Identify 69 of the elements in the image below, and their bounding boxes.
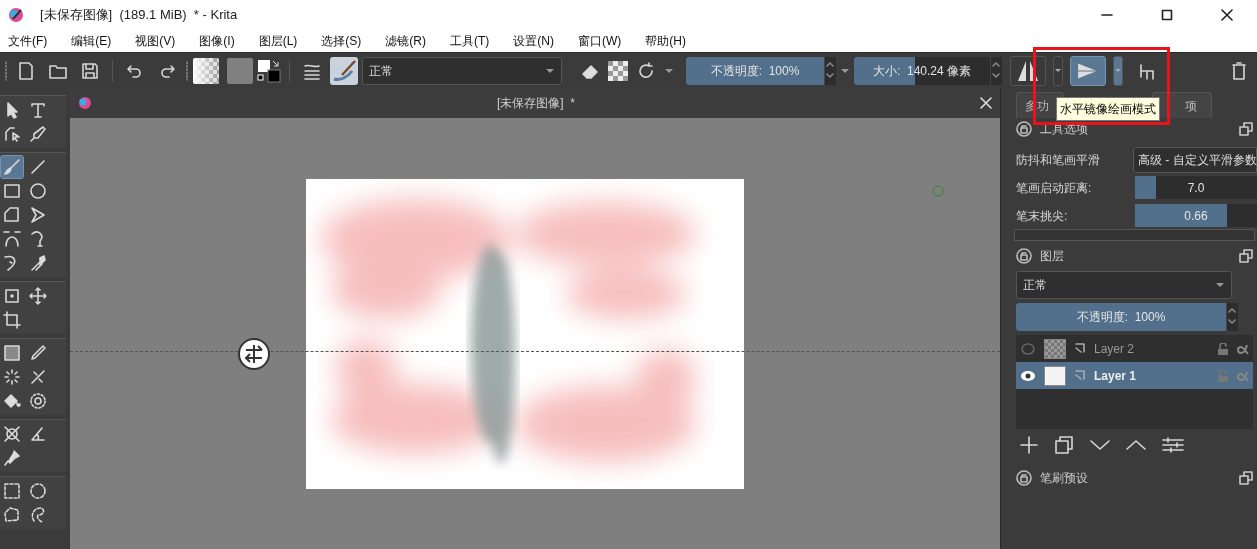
menu-item[interactable]: 帮助(H) <box>641 32 690 50</box>
menu-item[interactable]: 图像(I) <box>195 32 239 50</box>
menu-item[interactable]: 窗口(W) <box>574 32 626 50</box>
menu-item[interactable]: 滤镜(R) <box>381 32 430 50</box>
lock-icon[interactable] <box>1217 342 1229 355</box>
caret-icon[interactable] <box>840 67 850 74</box>
maximize-icon[interactable] <box>1161 9 1173 21</box>
opacity-slider[interactable]: 不透明度: 100% <box>686 56 824 85</box>
caret-icon <box>545 67 555 74</box>
tooltip: 水平镜像绘画模式 <box>1056 97 1160 121</box>
option-label: 笔画启动距离: <box>1016 179 1093 197</box>
add-layer-icon[interactable] <box>1020 436 1038 454</box>
brush-preset-icon[interactable] <box>330 56 358 85</box>
option-slider[interactable]: 0.66 <box>1135 204 1257 227</box>
layer-name: Layer 2 <box>1094 340 1136 358</box>
menu-item[interactable]: 设置(N) <box>509 32 558 50</box>
pattern-swatch[interactable] <box>227 57 253 84</box>
layer-thumbnail <box>1044 338 1066 359</box>
mirror-handle-icon[interactable] <box>237 337 271 371</box>
blend-mode-dropdown[interactable]: 正常 <box>362 56 562 85</box>
alpha-icon[interactable] <box>1237 342 1249 355</box>
document-title: [未保存图像] * <box>496 95 576 112</box>
layer-properties-icon[interactable] <box>1162 436 1184 454</box>
menu-item[interactable]: 工具(T) <box>446 32 494 50</box>
lock-icon[interactable] <box>1016 470 1032 486</box>
size-slider[interactable]: 大小: 140.24 像素 <box>854 56 990 85</box>
menu-item[interactable]: 视图(V) <box>131 32 180 50</box>
option-slider[interactable]: 7.0 <box>1135 176 1257 199</box>
toolbar-grip-icon[interactable] <box>185 59 189 82</box>
lock-icon[interactable] <box>1016 121 1032 137</box>
krita-logo-icon <box>8 7 24 23</box>
caret-icon <box>1215 282 1225 288</box>
float-docker-icon[interactable] <box>1239 122 1253 136</box>
float-docker-icon[interactable] <box>1239 249 1253 263</box>
horizontal-scrollbar[interactable] <box>1014 229 1255 241</box>
smoothing-dropdown[interactable]: 高级 - 自定义平滑参数 <box>1133 146 1257 173</box>
layer-blend-dropdown[interactable]: 正常 <box>1016 271 1232 299</box>
menu-item[interactable]: 图层(L) <box>254 32 302 50</box>
layer-type-icon <box>1074 342 1086 355</box>
alpha-lock-icon[interactable] <box>608 60 628 81</box>
layer-thumbnail <box>1044 365 1066 386</box>
caret-button[interactable] <box>1113 55 1123 86</box>
layer-opacity-slider[interactable]: 不透明度: 100% <box>1016 303 1226 331</box>
document-icon <box>78 96 92 110</box>
toolbar-grip-icon[interactable] <box>4 59 8 82</box>
brush-outline-icon <box>932 185 944 197</box>
layer-row[interactable]: Layer 2 <box>1016 335 1253 362</box>
move-down-icon[interactable] <box>1090 439 1110 451</box>
panel-title: 笔刷预设 <box>1040 470 1089 487</box>
panel-title: 图层 <box>1040 248 1065 265</box>
gradient-swatch[interactable] <box>193 57 219 84</box>
close-icon[interactable] <box>1221 9 1233 21</box>
color-swatches-icon[interactable] <box>257 58 281 83</box>
duplicate-layer-icon[interactable] <box>1054 435 1074 455</box>
layer-row[interactable]: Layer 1 <box>1016 362 1253 389</box>
window-title: [未保存图像] (189.1 MiB) * - Krita <box>40 6 238 25</box>
caret-icon[interactable] <box>664 67 674 74</box>
float-docker-icon[interactable] <box>1239 471 1253 485</box>
menu-item[interactable]: 选择(S) <box>317 32 366 50</box>
layer-name: Layer 1 <box>1094 367 1138 385</box>
option-label: 笔末挑尖: <box>1016 207 1069 225</box>
layer-type-icon <box>1074 369 1086 382</box>
caret-icon[interactable] <box>1054 67 1062 74</box>
lock-icon[interactable] <box>1016 248 1032 264</box>
menu-item[interactable]: 文件(F) <box>4 32 52 50</box>
move-up-icon[interactable] <box>1126 439 1146 451</box>
option-label: 防抖和笔画平滑 <box>1016 151 1101 169</box>
menu-item[interactable]: 编辑(E) <box>67 32 116 50</box>
eye-icon[interactable] <box>1020 369 1036 382</box>
